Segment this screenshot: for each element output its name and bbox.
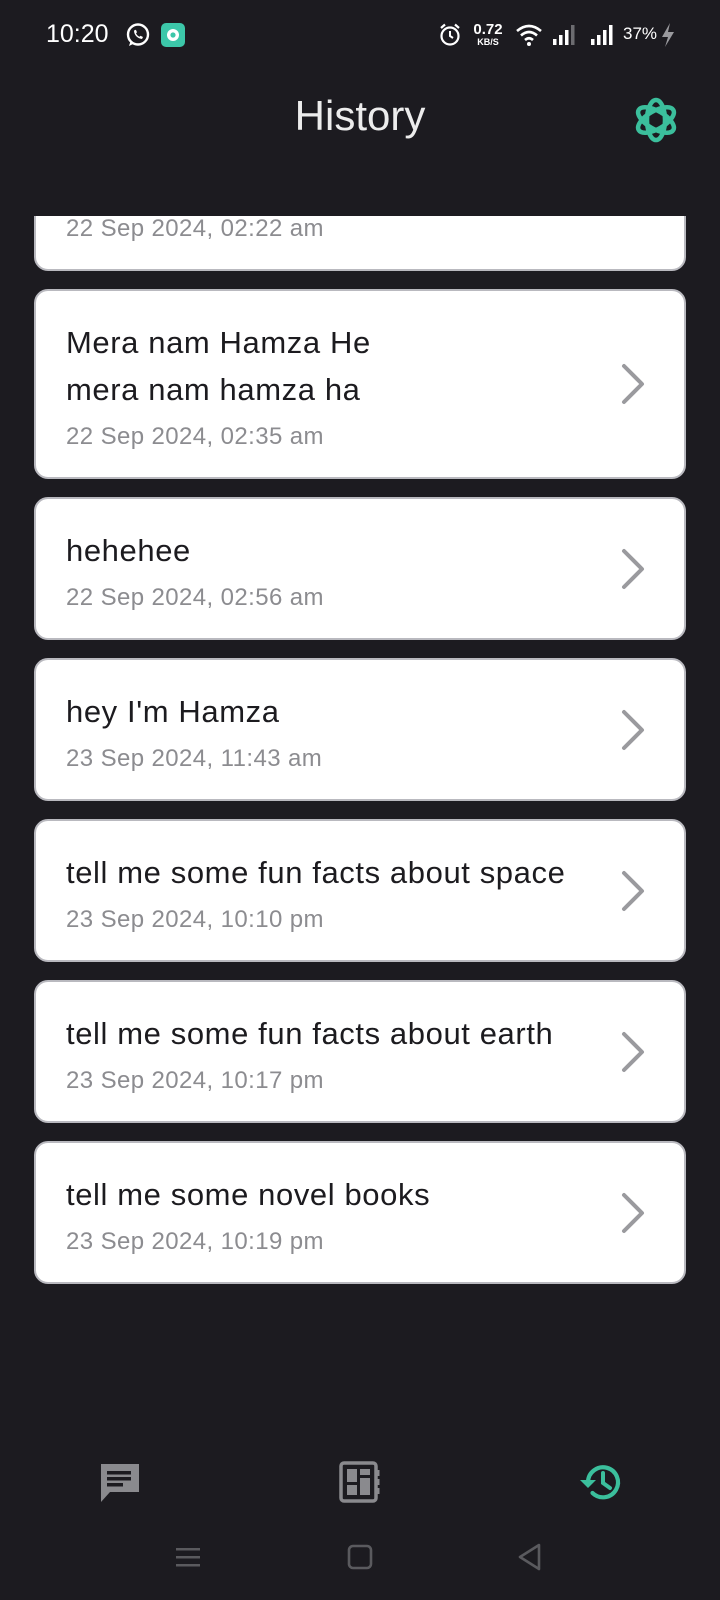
whatsapp-icon bbox=[125, 22, 151, 53]
chevron-right-icon bbox=[620, 708, 646, 757]
history-item-title: tell me some fun facts about space bbox=[66, 855, 566, 890]
battery-level: 37% bbox=[623, 24, 658, 43]
menu-icon[interactable] bbox=[174, 1542, 202, 1577]
history-item[interactable]: tell me some fun facts about earth 23 Se… bbox=[34, 980, 686, 1123]
chat-icon[interactable] bbox=[98, 1460, 142, 1509]
history-item-date: 23 Sep 2024, 10:10 pm bbox=[66, 906, 324, 933]
network-speed: 0.72 KB/S bbox=[470, 22, 506, 47]
history-item-date: 22 Sep 2024, 02:56 am bbox=[66, 584, 324, 611]
history-list[interactable]: ne how 22 Sep 2024, 02:22 am Mera nam Ha… bbox=[0, 216, 720, 1396]
history-item[interactable]: Mera nam Hamza He mera nam hamza ha 22 S… bbox=[34, 289, 686, 479]
history-item[interactable]: tell me some novel books 23 Sep 2024, 10… bbox=[34, 1141, 686, 1284]
history-item-title: tell me some novel books bbox=[66, 1177, 431, 1212]
history-item-date: 23 Sep 2024, 11:43 am bbox=[66, 745, 323, 772]
alarm-icon bbox=[438, 22, 462, 53]
history-item-title: hey I'm Hamza bbox=[66, 694, 280, 729]
chevron-right-icon bbox=[620, 1191, 646, 1240]
chevron-right-icon bbox=[620, 869, 646, 918]
bottom-navigation bbox=[0, 1440, 720, 1524]
history-item-date: 23 Sep 2024, 10:19 pm bbox=[66, 1228, 324, 1255]
history-icon[interactable] bbox=[578, 1460, 624, 1509]
history-item-date: 23 Sep 2024, 10:17 pm bbox=[66, 1067, 324, 1094]
network-speed-value: 0.72 bbox=[473, 21, 503, 38]
app-notification-icon bbox=[160, 22, 186, 53]
signal-icon bbox=[589, 22, 615, 53]
history-item[interactable]: hey I'm Hamza 23 Sep 2024, 11:43 am bbox=[34, 658, 686, 801]
network-speed-unit: KB/S bbox=[477, 37, 499, 47]
status-bar: 10:20 0.72 KB/S 37% bbox=[0, 0, 720, 72]
history-item[interactable]: hehehee 22 Sep 2024, 02:56 am bbox=[34, 497, 686, 640]
signal-icon bbox=[551, 22, 577, 53]
history-item[interactable]: tell me some fun facts about space 23 Se… bbox=[34, 819, 686, 962]
history-item-title: tell me some fun facts about earth bbox=[66, 1016, 554, 1051]
page-title: History bbox=[294, 92, 426, 139]
history-item-date: 22 Sep 2024, 02:35 am bbox=[66, 423, 324, 450]
openai-logo-icon[interactable] bbox=[630, 94, 682, 151]
back-icon[interactable] bbox=[515, 1542, 545, 1577]
chevron-right-icon bbox=[620, 547, 646, 596]
status-time: 10:20 bbox=[46, 20, 109, 48]
history-item[interactable]: ne how 22 Sep 2024, 02:22 am bbox=[34, 216, 686, 271]
history-item-date: 22 Sep 2024, 02:22 am bbox=[66, 216, 324, 242]
history-item-title: hehehee bbox=[66, 533, 191, 568]
chevron-right-icon bbox=[620, 1030, 646, 1079]
charging-icon bbox=[660, 22, 676, 53]
wifi-icon bbox=[515, 22, 543, 53]
system-navigation bbox=[0, 1524, 720, 1600]
home-icon[interactable] bbox=[345, 1542, 375, 1577]
feed-icon[interactable] bbox=[338, 1460, 382, 1509]
history-item-title: Mera nam Hamza He mera nam hamza ha bbox=[66, 325, 371, 407]
chevron-right-icon bbox=[620, 362, 646, 411]
